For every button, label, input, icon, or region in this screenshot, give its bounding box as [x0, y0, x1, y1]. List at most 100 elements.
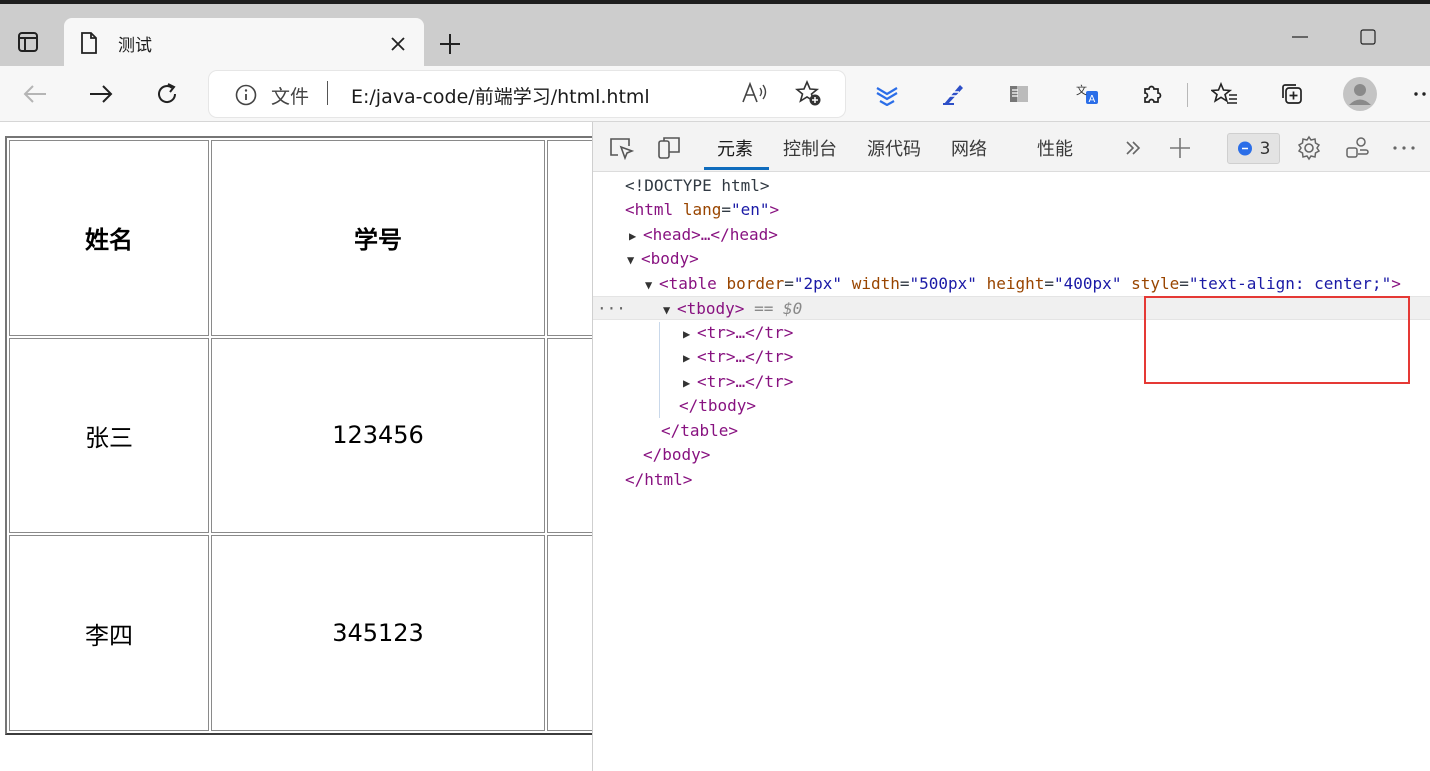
- pen-icon: [943, 85, 963, 105]
- minimize-icon: [1292, 36, 1308, 38]
- tag-open: <body>: [641, 249, 699, 268]
- inspect-icon: [610, 138, 634, 160]
- dom-node-table[interactable]: ▼ <table border="2px" width="500px" heigh…: [593, 272, 1430, 296]
- browser-tab[interactable]: 测试: [64, 18, 424, 70]
- new-tab-button[interactable]: [436, 30, 464, 58]
- collections-button[interactable]: [1276, 78, 1308, 110]
- people-icon: [1346, 137, 1369, 158]
- add-tool-button[interactable]: [1166, 135, 1194, 161]
- info-icon[interactable]: [235, 84, 257, 110]
- caret-down-icon[interactable]: ▼: [645, 273, 659, 297]
- device-emulation-button[interactable]: [655, 135, 683, 161]
- devtools-settings-button[interactable]: [1295, 135, 1323, 161]
- tab-sources[interactable]: 源代码: [867, 135, 921, 161]
- attr-value: "500px": [909, 274, 977, 293]
- reading-view-button[interactable]: [1003, 78, 1035, 110]
- toolbar-divider: [1187, 83, 1188, 107]
- inspect-element-button[interactable]: [607, 135, 635, 161]
- extensions-button[interactable]: [1136, 78, 1168, 110]
- dom-node-body[interactable]: ▼ <body>: [593, 247, 1430, 271]
- caret-right-icon[interactable]: ▶: [629, 224, 643, 248]
- attr-name: lang: [682, 200, 722, 219]
- tag-close: </table>: [661, 421, 739, 440]
- minimize-button[interactable]: [1288, 28, 1312, 48]
- attr-name: width: [851, 274, 900, 293]
- devtools-panel: 元素 控制台 源代码 网络 性能 3 <!DOCTYPE html> <html…: [592, 122, 1430, 771]
- caret-right-icon[interactable]: ▶: [683, 346, 697, 370]
- table-row: 李四 345123: [9, 535, 592, 731]
- pen-extension-button[interactable]: [937, 78, 969, 110]
- table-cell: [547, 337, 592, 534]
- attr-value: "400px": [1054, 274, 1122, 293]
- caret-down-icon[interactable]: ▼: [627, 248, 641, 272]
- more-tabs-button[interactable]: [1119, 135, 1147, 161]
- collections-icon: [1282, 84, 1302, 104]
- tab-close-button[interactable]: [386, 32, 410, 56]
- document-icon: [80, 32, 98, 58]
- tab-elements[interactable]: 元素: [717, 135, 753, 161]
- tab-performance[interactable]: 性能: [1037, 135, 1073, 161]
- tag-close: </tbody>: [679, 396, 757, 415]
- device-icon: [658, 137, 680, 159]
- tab-console[interactable]: 控制台: [783, 135, 837, 161]
- students-table: 姓名 学号 张三 123456 李四 345123: [5, 136, 592, 735]
- tag-open: <html: [625, 200, 674, 219]
- attr-name: height: [986, 274, 1045, 293]
- feedback-button[interactable]: [1343, 135, 1371, 161]
- more-actions-icon[interactable]: ···: [597, 297, 626, 321]
- refresh-button[interactable]: [151, 78, 183, 110]
- profile-button[interactable]: [1343, 77, 1377, 111]
- tab-strip: 测试: [0, 0, 1430, 70]
- table-header-cell: 姓名: [9, 140, 209, 336]
- browser-toolbar: 文件 E:/java-code/前端学习/html.html A文: [0, 66, 1430, 122]
- devtools-more-button[interactable]: [1390, 135, 1418, 161]
- dom-node-html[interactable]: <html lang="en">: [593, 198, 1430, 222]
- caret-right-icon[interactable]: ▶: [683, 322, 697, 346]
- dom-node-body-close[interactable]: </body>: [593, 443, 1430, 467]
- table-cell: [547, 535, 592, 731]
- collections-ext-button[interactable]: [871, 78, 903, 110]
- attr-value: "2px": [793, 274, 843, 293]
- gear-icon: [1297, 135, 1321, 161]
- settings-more-button[interactable]: [1408, 78, 1430, 110]
- forward-button[interactable]: [85, 78, 117, 110]
- table-cell: 张三: [9, 337, 209, 534]
- svg-text:文: 文: [1076, 83, 1087, 97]
- add-favorite-icon[interactable]: [794, 79, 823, 112]
- tab-network[interactable]: 网络: [951, 135, 987, 161]
- tag-collapsed: <head>…</head>: [643, 225, 778, 244]
- dom-node-tbody-close[interactable]: </tbody>: [593, 394, 1430, 418]
- caret-right-icon[interactable]: ▶: [683, 371, 697, 395]
- address-divider: [327, 81, 328, 105]
- favorites-button[interactable]: [1209, 78, 1241, 110]
- svg-text:A: A: [1089, 94, 1096, 105]
- maximize-button[interactable]: [1356, 28, 1380, 48]
- address-scheme-label: 文件: [271, 86, 310, 108]
- tab-actions-button[interactable]: [10, 26, 46, 58]
- dom-node-head[interactable]: ▶ <head>…</head>: [593, 223, 1430, 247]
- tag-close: </body>: [643, 445, 711, 464]
- dom-node-html-close[interactable]: </html>: [593, 468, 1430, 492]
- address-url[interactable]: E:/java-code/前端学习/html.html: [351, 82, 650, 109]
- issues-badge[interactable]: 3: [1227, 133, 1280, 164]
- plus-icon: [440, 34, 460, 54]
- dom-tree: <!DOCTYPE html> <html lang="en"> ▶ <head>…: [593, 172, 1430, 771]
- chevron-double-right-icon: [1126, 141, 1141, 155]
- dom-node-table-close[interactable]: </table>: [593, 419, 1430, 443]
- table-row: 张三 123456: [9, 337, 592, 534]
- arrow-right-icon: [90, 85, 113, 103]
- translate-button[interactable]: A文: [1071, 78, 1103, 110]
- page-viewport: 姓名 学号 张三 123456 李四 345123: [0, 122, 592, 771]
- favorites-list-icon: [1211, 82, 1237, 104]
- tag-collapsed: <tr>…</tr>: [697, 323, 794, 342]
- attr-value: "text-align: center;": [1188, 274, 1392, 293]
- caret-down-icon[interactable]: ▼: [663, 298, 677, 322]
- tag-open: <table: [659, 274, 717, 293]
- address-bar[interactable]: 文件 E:/java-code/前端学习/html.html: [209, 71, 845, 117]
- dom-node-doctype[interactable]: <!DOCTYPE html>: [593, 174, 1430, 198]
- back-button[interactable]: [19, 78, 51, 110]
- read-aloud-icon[interactable]: [741, 80, 769, 110]
- refresh-icon: [158, 83, 177, 103]
- book-icon: [1010, 86, 1028, 102]
- attr-name: style: [1131, 274, 1180, 293]
